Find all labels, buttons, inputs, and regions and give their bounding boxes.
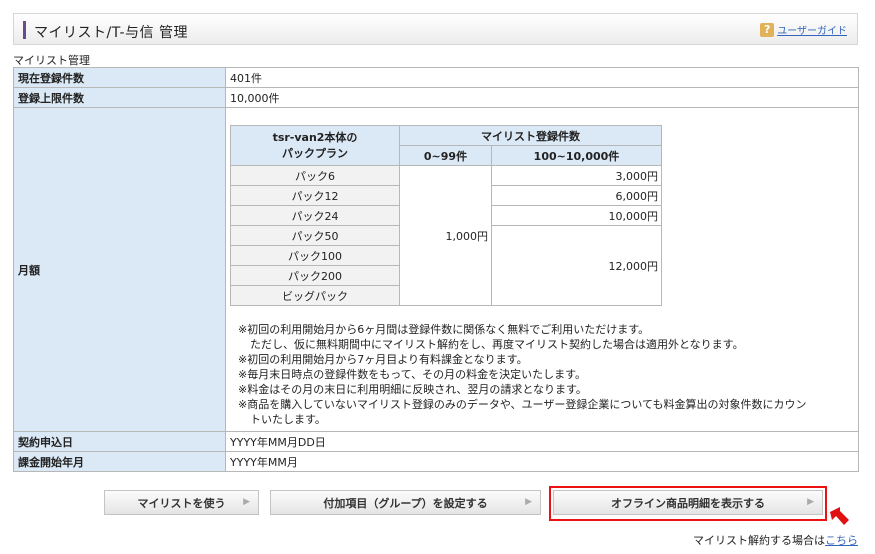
billing-start-value: YYYY年MM月 xyxy=(225,451,859,472)
price-header-count: マイリスト登録件数 xyxy=(399,125,662,146)
set-group-label: 付加項目（グループ）を設定する xyxy=(323,496,488,510)
note-line: ただし、仮に無料期間中にマイリスト解約をし、再度マイリスト契約した場合は適用外と… xyxy=(250,338,744,351)
note-line: ※商品を購入していないマイリスト登録のみのデータや、ユーザー登録企業についても料… xyxy=(238,398,807,411)
apply-date-label: 契約申込日 xyxy=(13,431,226,452)
cancel-notice: マイリスト解約する場合はこちら xyxy=(693,532,858,548)
plan-cell: パック12 xyxy=(230,185,400,206)
chevron-right-icon: ▶ xyxy=(243,497,250,507)
cancel-notice-text: マイリスト解約する場合は xyxy=(693,534,825,547)
limit-count-value: 10,000件 xyxy=(225,87,859,108)
table-row: 課金開始年月 YYYY年MM月 xyxy=(13,451,859,472)
col2-price: 6,000円 xyxy=(491,185,662,206)
price-table: tsr-van2本体の パックプラン マイリスト登録件数 0~99件 100~1… xyxy=(230,125,662,306)
table-row: 登録上限件数 10,000件 xyxy=(13,87,859,108)
help-icon: ? xyxy=(760,22,775,37)
billing-start-label: 課金開始年月 xyxy=(13,451,226,472)
use-mylist-label: マイリストを使う xyxy=(137,496,226,510)
col2-price-big: 12,000円 xyxy=(491,225,662,306)
table-row: 契約申込日 YYYY年MM月DD日 xyxy=(13,431,859,452)
plan-cell: ビッグパック xyxy=(230,285,400,306)
note-line: ※初回の利用開始月から7ヶ月目より有料課金となります。 xyxy=(238,353,528,366)
registered-count-label: 現在登録件数 xyxy=(13,67,226,88)
monthly-fee-label: 月額 xyxy=(13,107,226,432)
plan-cell: パック200 xyxy=(230,265,400,286)
col2-price: 3,000円 xyxy=(491,165,662,186)
table-row: 現在登録件数 401件 xyxy=(13,67,859,88)
limit-count-label: 登録上限件数 xyxy=(13,87,226,108)
page-header: マイリスト/T-与信 管理 ? ユーザーガイド xyxy=(13,13,858,45)
set-group-button[interactable]: 付加項目（グループ）を設定する ▶ xyxy=(270,490,541,515)
user-guide-link[interactable]: ユーザーガイド xyxy=(777,22,847,37)
plan-cell: パック100 xyxy=(230,245,400,266)
note-line: ※初回の利用開始月から6ヶ月間は登録件数に関係なく無料でご利用いただけます。 xyxy=(238,323,650,336)
use-mylist-button[interactable]: マイリストを使う ▶ xyxy=(104,490,259,515)
cancel-link[interactable]: こちら xyxy=(825,534,858,547)
page-title: マイリスト/T-与信 管理 xyxy=(34,25,188,41)
header-accent-bar xyxy=(23,21,26,39)
plan-cell: パック6 xyxy=(230,165,400,186)
offline-details-button[interactable]: オフライン商品明細を表示する ▶ xyxy=(553,490,823,515)
chevron-right-icon: ▶ xyxy=(525,497,532,507)
chevron-right-icon: ▶ xyxy=(807,497,814,507)
fee-notes: ※初回の利用開始月から6ヶ月間は登録件数に関係なく無料でご利用いただけます。 た… xyxy=(230,322,858,427)
price-header-col2: 100~10,000件 xyxy=(491,145,662,166)
price-header-plan: tsr-van2本体の パックプラン xyxy=(230,125,400,166)
offline-details-label: オフライン商品明細を表示する xyxy=(611,496,765,510)
apply-date-value: YYYY年MM月DD日 xyxy=(225,431,859,452)
col1-price: 1,000円 xyxy=(399,165,492,306)
user-guide[interactable]: ? ユーザーガイド xyxy=(760,22,847,37)
mylist-table: 現在登録件数 401件 登録上限件数 10,000件 月額 tsr-van2本体… xyxy=(13,67,859,472)
col2-price: 10,000円 xyxy=(491,205,662,226)
registered-count-value: 401件 xyxy=(225,67,859,88)
note-line: ※毎月末日時点の登録件数をもって、その月の料金を決定いたします。 xyxy=(238,368,587,381)
note-line: トいたします。 xyxy=(250,413,326,426)
section-title: マイリスト管理 xyxy=(13,54,90,67)
plan-cell: パック50 xyxy=(230,225,400,246)
pointer-arrow-icon xyxy=(830,507,849,525)
plan-cell: パック24 xyxy=(230,205,400,226)
price-header-col1: 0~99件 xyxy=(399,145,492,166)
note-line: ※料金はその月の末日に利用明細に反映され、翌月の請求となります。 xyxy=(238,383,587,396)
monthly-fee-cell: tsr-van2本体の パックプラン マイリスト登録件数 0~99件 100~1… xyxy=(225,107,859,432)
table-row: 月額 tsr-van2本体の パックプラン マイリスト登録件数 0~99件 10… xyxy=(13,107,859,432)
